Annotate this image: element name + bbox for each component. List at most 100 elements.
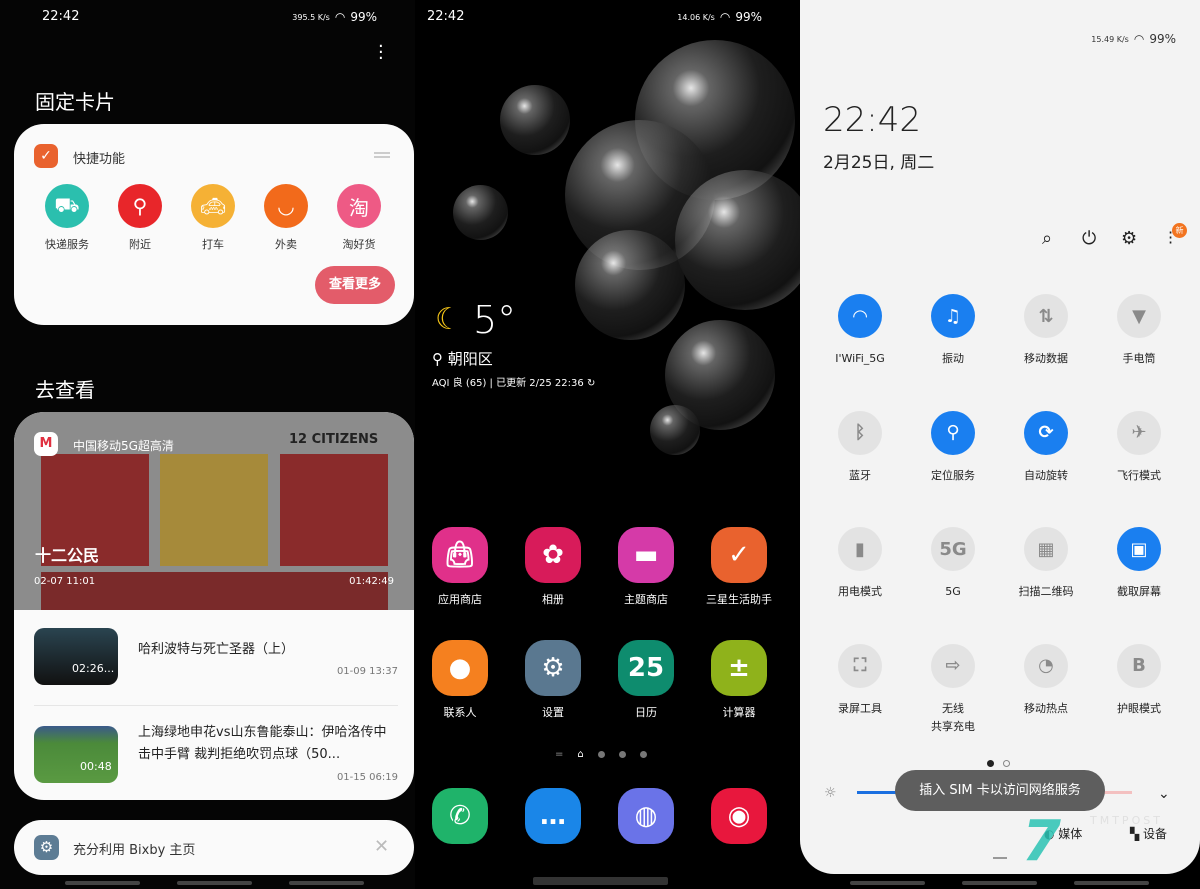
dock-phone[interactable]: ✆ [415, 788, 505, 844]
tile-screen-record[interactable]: ⛶ 录屏工具 [815, 643, 905, 718]
nav-bar [65, 881, 140, 885]
status-time: 22:42 [427, 9, 465, 24]
tile-location[interactable]: ⚲ 定位服务 [908, 410, 998, 485]
tile-airplane[interactable]: ✈ 飞行模式 [1094, 410, 1184, 485]
status-time: 22:42 [42, 9, 80, 24]
app-calculator[interactable]: ± 计算器 [694, 640, 784, 720]
dock-camera[interactable]: ◉ [694, 788, 784, 844]
card-title: 快捷功能 [73, 152, 126, 167]
status-bar-right: 14.06 K/s ◠ 99% [677, 10, 762, 24]
gear-icon: ⚙ [525, 640, 581, 696]
featured-title: 十二公民 [35, 546, 100, 565]
home-page-icon[interactable]: ⌂ [577, 749, 583, 760]
browse-title: 去查看 [35, 378, 95, 402]
tile-flashlight[interactable]: ▼ 手电筒 [1094, 294, 1184, 368]
cmcc-video-icon: M [34, 432, 58, 456]
tile-screenshot[interactable]: ▣ 截取屏幕 [1094, 527, 1184, 601]
app-gear[interactable]: ⚙ 设置 [508, 640, 598, 720]
tile-5g[interactable]: 5G 5G [908, 527, 998, 601]
eye-comfort-icon: B [1117, 643, 1161, 688]
weather-temp[interactable]: 5° [473, 298, 516, 342]
delivery-truck-icon: ⛟ [45, 184, 89, 228]
shortcut-taxi[interactable]: 🚕︎ 打车 [181, 184, 245, 252]
divider [34, 705, 398, 706]
moon-icon[interactable]: ☾ [435, 302, 462, 337]
app-shopping-bag[interactable]: 👜︎ 应用商店 [415, 527, 505, 607]
tile-label: 移动热点 [1024, 701, 1068, 715]
app-paint-brush[interactable]: ▬ 主题商店 [601, 527, 691, 607]
shortcut-location-pin[interactable]: ⚲ 附近 [108, 184, 172, 252]
tile-vibrate[interactable]: ♫ 振动 [908, 294, 998, 368]
battery-saver-icon: ▮ [838, 527, 882, 571]
tile-label: 无线 共享充电 [931, 701, 975, 733]
shortcut-food-bowl[interactable]: ◡ 外卖 [254, 184, 318, 252]
shortcut-label: 外卖 [275, 238, 297, 251]
tile-qr-code[interactable]: ▦ 扫描二维码 [1001, 527, 1091, 601]
tile-label: 蓝牙 [849, 468, 871, 482]
bluetooth-icon: ᛒ [838, 410, 882, 455]
tile-eye-comfort[interactable]: B 护眼模式 [1094, 643, 1184, 718]
shortcut-delivery-truck[interactable]: ⛟ 快递服务 [35, 184, 99, 252]
pages-menu-icon[interactable]: = [555, 749, 563, 760]
video-list-item[interactable]: 00:48 上海绿地申花vs山东鲁能泰山：伊哈洛传中击中手臂 裁判拒绝吹罚点球（… [34, 725, 398, 786]
settings-gear-icon[interactable]: ⚙ [1121, 228, 1137, 249]
page-indicator[interactable]: = ⌂ [555, 749, 647, 760]
bixby-tip-card[interactable]: ⚙ 充分利用 Bixby 主页 ✕ [14, 820, 414, 875]
taobao-search-icon: 淘 [337, 184, 381, 228]
page-dot-active[interactable] [987, 760, 994, 767]
shortcut-label: 快递服务 [45, 238, 89, 251]
shortcut-label: 打车 [202, 238, 224, 251]
tile-label: 自动旋转 [1024, 468, 1068, 482]
settings-gear-icon: ⚙ [34, 835, 59, 860]
tile-hotspot[interactable]: ◔ 移动热点 [1001, 643, 1091, 718]
see-more-button[interactable]: 查看更多 [315, 266, 395, 304]
drag-handle-icon[interactable] [374, 152, 390, 158]
dock-message[interactable]: … [508, 788, 598, 844]
weather-location[interactable]: ⚲ 朝阳区 [432, 348, 493, 369]
app-flower[interactable]: ✿ 相册 [508, 527, 598, 607]
video-list-item[interactable]: 02:26... 哈利波特与死亡圣器（上） 01-09 13:37 [34, 628, 398, 688]
video-card: 12 CITIZENS M 中国移动5G超高清 十二公民 02-07 11:01… [14, 412, 414, 800]
dock-browser-planet[interactable]: ◍ [601, 788, 691, 844]
nav-bar [177, 881, 252, 885]
more-options-icon[interactable]: · · · [378, 38, 384, 68]
expand-chevron-icon[interactable]: ⌄ [1158, 786, 1170, 802]
tile-battery-saver[interactable]: ▮ 用电模式 [815, 527, 905, 601]
close-icon[interactable]: ✕ [374, 836, 389, 857]
tile-wifi[interactable]: ◠ I'WiFi_5G [815, 294, 905, 368]
search-icon[interactable]: ⌕ [1042, 228, 1052, 249]
app-calendar[interactable]: 25 日历 [601, 640, 691, 720]
wallpaper-bubble [500, 85, 570, 155]
new-badge: 新 [1172, 223, 1187, 238]
wifi-icon: ◠ [334, 10, 346, 24]
tile-label: 截取屏幕 [1117, 585, 1161, 598]
shortcut-taobao-search[interactable]: 淘淘好货 [327, 184, 391, 252]
tile-label: 移动数据 [1024, 352, 1068, 365]
location-pin-icon: ⚲ [432, 350, 448, 368]
tile-label: 护眼模式 [1117, 701, 1161, 715]
tile-bluetooth[interactable]: ᛒ 蓝牙 [815, 410, 905, 485]
wallpaper-bubble [675, 170, 800, 310]
page-dot[interactable] [618, 751, 626, 758]
drag-handle[interactable] [993, 857, 1007, 859]
video-date: 01-09 13:37 [336, 666, 398, 677]
brightness-icon: ☼ [824, 785, 837, 801]
app-check-exclaim[interactable]: ✓ 三星生活助手 [694, 527, 784, 607]
page-dot[interactable] [597, 751, 605, 758]
video-title: 哈利波特与死亡圣器（上） [138, 642, 295, 657]
poster-tile [160, 454, 268, 566]
screenshot-icon: ▣ [1117, 527, 1161, 571]
power-icon[interactable]: ⏻ [1082, 228, 1096, 249]
app-label: 应用商店 [438, 593, 482, 606]
page-dot[interactable] [639, 751, 647, 758]
tile-data-arrows[interactable]: ⇅ 移动数据 [1001, 294, 1091, 368]
bixby-home-panel: 22:42 395.5 K/s ◠ 99% · · · 固定卡片 ✓ 快捷功能 ⛟ 快… [0, 0, 415, 889]
tile-wireless-share[interactable]: ⇨ 无线 共享充电 [908, 643, 998, 736]
phone-icon: ✆ [432, 788, 488, 844]
refresh-icon[interactable]: ↻ [587, 378, 595, 389]
tile-rotate[interactable]: ⟳ 自动旋转 [1001, 410, 1091, 485]
featured-video[interactable]: 12 CITIZENS M 中国移动5G超高清 十二公民 02-07 11:01… [14, 412, 414, 610]
page-dot[interactable] [1003, 760, 1010, 767]
screen-record-icon: ⛶ [838, 643, 882, 688]
app-person[interactable]: ● 联系人 [415, 640, 505, 720]
